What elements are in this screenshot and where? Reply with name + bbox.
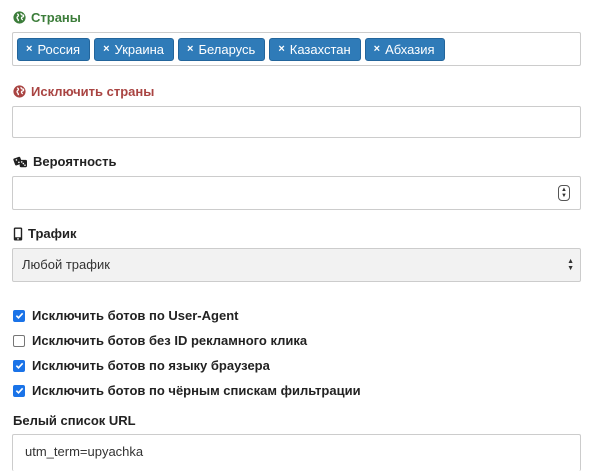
- mobile-phone-icon: [13, 226, 23, 241]
- remove-tag-icon[interactable]: ×: [103, 38, 109, 61]
- checkbox-label: Исключить ботов по чёрным спискам фильтр…: [32, 383, 361, 398]
- whitelist-textarea[interactable]: utm_term=upyachka: [12, 434, 581, 471]
- country-tag[interactable]: × Казахстан: [269, 37, 361, 61]
- traffic-label: Трафик: [28, 226, 77, 241]
- country-tag[interactable]: × Россия: [17, 37, 91, 61]
- checkbox-label: Исключить ботов без ID рекламного клика: [32, 333, 308, 348]
- remove-tag-icon[interactable]: ×: [374, 38, 380, 61]
- exclude-countries-label-row: Исключить страны: [13, 84, 154, 99]
- remove-tag-icon[interactable]: ×: [26, 38, 32, 61]
- checkbox-checked[interactable]: [13, 384, 25, 397]
- countries-label-row: Страны: [13, 10, 81, 25]
- countries-label: Страны: [31, 10, 81, 25]
- probability-label: Вероятность: [33, 154, 117, 169]
- select-arrows-icon: ▲ ▼: [567, 258, 574, 272]
- checkbox-label: Исключить ботов по языку браузера: [32, 358, 270, 373]
- checkbox-row-click-id[interactable]: Исключить ботов без ID рекламного клика: [13, 333, 307, 348]
- globe-icon: [13, 85, 26, 98]
- countries-tag-input[interactable]: × Россия × Украина × Беларусь × Казахстан × А…: [12, 32, 581, 66]
- country-tag-label: Казахстан: [289, 41, 351, 57]
- probability-number-input[interactable]: ▲ ▼: [12, 176, 581, 210]
- checkmark-icon: [15, 362, 23, 370]
- spinner-down-icon[interactable]: ▼: [561, 193, 567, 199]
- checkbox-label: Исключить ботов по User-Agent: [32, 308, 239, 323]
- country-tag-label: Беларусь: [198, 41, 256, 57]
- exclude-countries-input[interactable]: [12, 106, 581, 138]
- country-tag-label: Россия: [37, 41, 81, 57]
- probability-label-row: Вероятность: [13, 154, 117, 169]
- checkbox-checked[interactable]: [13, 359, 25, 372]
- country-tag-label: Украина: [114, 41, 165, 57]
- checkbox-checked[interactable]: [13, 309, 25, 322]
- checkbox-row-browser-language[interactable]: Исключить ботов по языку браузера: [13, 358, 270, 373]
- remove-tag-icon[interactable]: ×: [278, 38, 284, 61]
- whitelist-label-row: Белый список URL: [13, 413, 136, 428]
- traffic-selected-value: Любой трафик: [22, 257, 110, 272]
- whitelist-value: utm_term=upyachka: [25, 444, 144, 459]
- country-tag-label: Абхазия: [385, 41, 435, 57]
- country-tag[interactable]: × Беларусь: [178, 37, 266, 61]
- checkbox-row-blacklists[interactable]: Исключить ботов по чёрным спискам фильтр…: [13, 383, 361, 398]
- checkmark-icon: [15, 312, 23, 320]
- country-tag[interactable]: × Абхазия: [364, 37, 445, 61]
- traffic-select[interactable]: Любой трафик ▲ ▼: [12, 248, 581, 282]
- exclude-countries-label: Исключить страны: [31, 84, 155, 99]
- globe-icon: [13, 11, 26, 24]
- checkmark-icon: [15, 387, 23, 395]
- checkbox-row-user-agent[interactable]: Исключить ботов по User-Agent: [13, 308, 238, 323]
- country-tag[interactable]: × Украина: [94, 37, 175, 61]
- number-spinner[interactable]: ▲ ▼: [558, 185, 570, 201]
- checkbox-unchecked[interactable]: [13, 334, 25, 347]
- dice-icon: [13, 156, 27, 168]
- traffic-label-row: Трафик: [13, 226, 77, 241]
- remove-tag-icon[interactable]: ×: [187, 38, 193, 61]
- whitelist-label: Белый список URL: [13, 413, 136, 428]
